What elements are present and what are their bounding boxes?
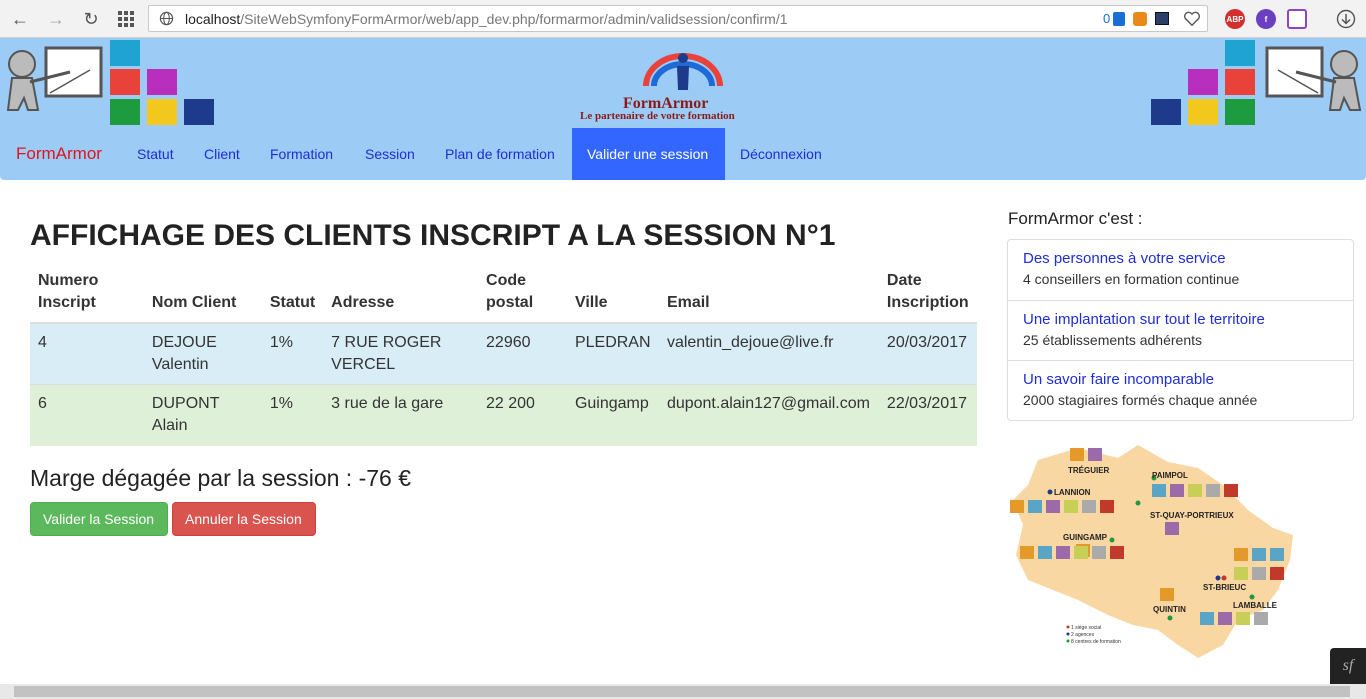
table-cell: 6 <box>30 384 144 446</box>
legend-agences: 2 agences <box>1071 632 1095 638</box>
nav-valider-une-session[interactable]: Valider une session <box>572 128 725 180</box>
tracker-count: 0 <box>1103 11 1111 26</box>
column-header: Numero Inscript <box>30 262 144 324</box>
presenter-left-illustration <box>6 46 103 111</box>
map-label-paimpol: PAIMPOL <box>1152 471 1188 480</box>
list-item-heading[interactable]: Des personnes à votre service <box>1023 249 1338 269</box>
formarmor-logo <box>643 53 723 90</box>
column-header: Email <box>658 262 879 324</box>
table-row: 6 DUPONT Alain 1% 3 rue de la gare 22 20… <box>30 384 977 446</box>
main-navbar: FormArmor Statut Client Formation Sessio… <box>0 128 1366 180</box>
nav-session[interactable]: Session <box>350 128 430 180</box>
nav-deconnexion[interactable]: Déconnexion <box>725 128 837 180</box>
apps-grid-icon[interactable] <box>114 7 138 31</box>
table-cell: 22 200 <box>478 384 567 446</box>
nav-statut[interactable]: Statut <box>122 128 189 180</box>
map-label-guingamp: GUINGAMP <box>1063 533 1108 542</box>
nav-plan-de-formation[interactable]: Plan de formation <box>430 128 570 180</box>
map-label-st-quay: ST-QUAY-PORTRIEUX <box>1150 511 1234 520</box>
color-blocks-right <box>1151 40 1255 125</box>
navbar-brand[interactable]: FormArmor <box>16 144 102 164</box>
map-legend: 1 siège social 2 agences 8 centres de fo… <box>1066 625 1121 645</box>
list-item[interactable]: Une implantation sur tout le territoire … <box>1008 300 1353 360</box>
legend-centres: 8 centres de formation <box>1071 639 1121 645</box>
address-bar[interactable]: localhost/SiteWebSymfonyFormArmor/web/ap… <box>148 5 1208 32</box>
column-header: Code postal <box>478 262 567 324</box>
shield-icon[interactable] <box>1113 12 1125 26</box>
table-cell: 20/03/2017 <box>878 323 977 385</box>
table-cell: 7 RUE ROGER VERCEL <box>323 323 479 385</box>
legend-siege: 1 siège social <box>1071 625 1101 631</box>
nav-formation[interactable]: Formation <box>255 128 348 180</box>
table-cell: DUPONT Alain <box>143 384 262 446</box>
page-title: AFFICHAGE DES CLIENTS INSCRIPT A LA SESS… <box>30 219 836 252</box>
adblock-icon[interactable]: ABP <box>1225 9 1245 29</box>
extension-purple-icon[interactable]: f <box>1256 9 1276 29</box>
scrollbar-thumb[interactable] <box>14 686 1350 697</box>
table-cell: 1% <box>261 323 324 385</box>
map-label-treguier: TRÉGUIER <box>1068 466 1110 475</box>
table-cell: PLEDRAN <box>566 323 659 385</box>
list-item-heading[interactable]: Un savoir faire incomparable <box>1023 370 1338 390</box>
table-cell: Guingamp <box>566 384 659 446</box>
horizontal-scrollbar[interactable] <box>0 684 1366 699</box>
heart-icon[interactable] <box>1180 7 1204 31</box>
back-icon[interactable]: ← <box>8 7 32 31</box>
table-cell: valentin_dejoue@live.fr <box>658 323 879 385</box>
table-header-row: Numero Inscript Nom Client Statut Adress… <box>30 262 977 324</box>
map-label-lamballe: LAMBALLE <box>1233 601 1278 610</box>
url-text: localhost/SiteWebSymfonyFormArmor/web/ap… <box>185 11 788 27</box>
list-item[interactable]: Un savoir faire incomparable 2000 stagia… <box>1008 360 1353 420</box>
list-item-heading[interactable]: Une implantation sur tout le territoire <box>1023 310 1338 330</box>
clients-table: Numero Inscript Nom Client Statut Adress… <box>30 262 977 446</box>
globe-icon <box>159 11 174 31</box>
cancel-session-button[interactable]: Annuler la Session <box>172 502 316 536</box>
column-header: Nom Client <box>143 262 262 324</box>
forward-icon[interactable]: → <box>44 7 68 31</box>
list-item[interactable]: Des personnes à votre service 4 conseill… <box>1008 240 1353 300</box>
reload-icon[interactable]: ↻ <box>79 7 103 31</box>
map-label-quintin: QUINTIN <box>1153 605 1186 614</box>
symfony-icon[interactable]: sf <box>1330 648 1366 684</box>
table-cell: 3 rue de la gare <box>323 384 479 446</box>
presenter-right-illustration <box>1265 46 1362 111</box>
session-margin: Marge dégagée par la session : -76 € <box>30 465 412 491</box>
table-cell: 22960 <box>478 323 567 385</box>
table-row: 4 DEJOUE Valentin 1% 7 RUE ROGER VERCEL … <box>30 323 977 385</box>
sidebar-list: Des personnes à votre service 4 conseill… <box>1007 239 1354 421</box>
table-cell: 1% <box>261 384 324 446</box>
logo-subtitle: Le partenaire de votre formation <box>580 110 735 122</box>
sidebar-title: FormArmor c'est : <box>1008 209 1143 228</box>
twitch-icon[interactable] <box>1287 9 1307 29</box>
column-header: Adresse <box>323 262 479 324</box>
column-header: Ville <box>566 262 659 324</box>
color-blocks-left <box>110 40 214 125</box>
download-icon[interactable] <box>1334 7 1358 31</box>
screen-icon[interactable] <box>1155 12 1169 25</box>
list-item-text: 25 établissements adhérents <box>1023 332 1202 348</box>
table-cell: dupont.alain127@gmail.com <box>658 384 879 446</box>
nav-client[interactable]: Client <box>189 128 255 180</box>
validate-session-button[interactable]: Valider la Session <box>30 502 168 536</box>
browser-toolbar: ← → ↻ localhost/SiteWebSymfonyFormArmor/… <box>0 0 1366 38</box>
table-cell: 4 <box>30 323 144 385</box>
extension-icon[interactable] <box>1133 12 1147 26</box>
map-label-lannion: LANNION <box>1054 488 1091 497</box>
table-cell: DEJOUE Valentin <box>143 323 262 385</box>
map-label-st-brieuc: ST-BRIEUC <box>1203 583 1246 592</box>
column-header: Statut <box>261 262 324 324</box>
region-map: TRÉGUIER PAIMPOL LANNION ST-QUAY-PORTRIE… <box>1008 440 1298 662</box>
list-item-text: 4 conseillers en formation continue <box>1023 271 1240 287</box>
column-header: Date Inscription <box>878 262 977 324</box>
table-cell: 22/03/2017 <box>878 384 977 446</box>
list-item-text: 2000 stagiaires formés chaque année <box>1023 392 1258 408</box>
